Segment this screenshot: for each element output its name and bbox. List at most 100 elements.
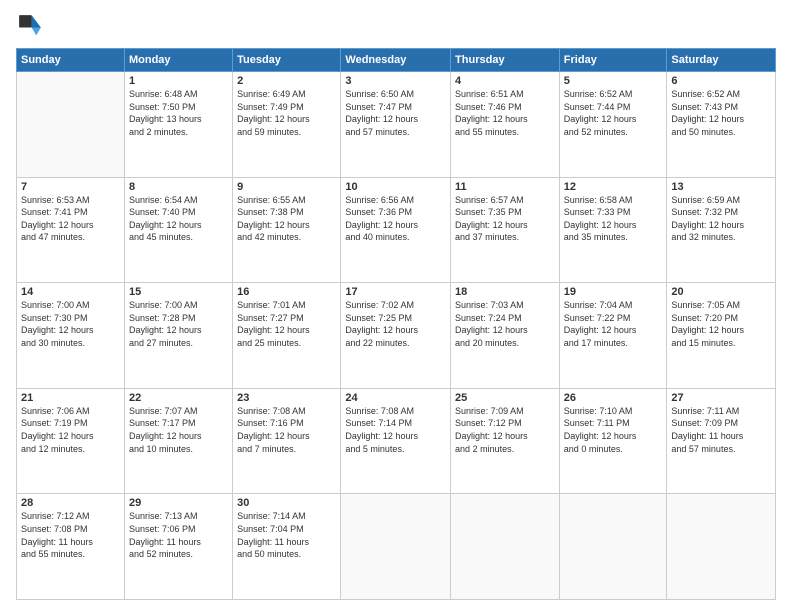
day-info: Sunrise: 7:11 AMSunset: 7:09 PMDaylight:… — [671, 405, 771, 455]
day-info: Sunrise: 7:12 AMSunset: 7:08 PMDaylight:… — [21, 510, 120, 560]
calendar-cell: 15Sunrise: 7:00 AMSunset: 7:28 PMDayligh… — [124, 283, 232, 389]
calendar-cell: 12Sunrise: 6:58 AMSunset: 7:33 PMDayligh… — [559, 177, 667, 283]
day-info: Sunrise: 7:04 AMSunset: 7:22 PMDaylight:… — [564, 299, 663, 349]
calendar-cell: 17Sunrise: 7:02 AMSunset: 7:25 PMDayligh… — [341, 283, 451, 389]
calendar-cell — [17, 72, 125, 178]
calendar-cell: 4Sunrise: 6:51 AMSunset: 7:46 PMDaylight… — [451, 72, 560, 178]
calendar-cell: 19Sunrise: 7:04 AMSunset: 7:22 PMDayligh… — [559, 283, 667, 389]
day-info: Sunrise: 7:14 AMSunset: 7:04 PMDaylight:… — [237, 510, 336, 560]
day-number: 12 — [564, 181, 663, 193]
calendar-cell: 3Sunrise: 6:50 AMSunset: 7:47 PMDaylight… — [341, 72, 451, 178]
weekday-header-saturday: Saturday — [667, 49, 776, 72]
day-number: 15 — [129, 286, 228, 298]
day-number: 6 — [671, 75, 771, 87]
calendar-cell: 20Sunrise: 7:05 AMSunset: 7:20 PMDayligh… — [667, 283, 776, 389]
day-number: 11 — [455, 181, 555, 193]
day-number: 3 — [345, 75, 446, 87]
header — [16, 12, 776, 40]
calendar-body: 1Sunrise: 6:48 AMSunset: 7:50 PMDaylight… — [17, 72, 776, 600]
day-info: Sunrise: 7:10 AMSunset: 7:11 PMDaylight:… — [564, 405, 663, 455]
logo-icon — [16, 12, 44, 40]
calendar: SundayMondayTuesdayWednesdayThursdayFrid… — [16, 48, 776, 600]
day-info: Sunrise: 7:09 AMSunset: 7:12 PMDaylight:… — [455, 405, 555, 455]
day-number: 2 — [237, 75, 336, 87]
calendar-cell: 26Sunrise: 7:10 AMSunset: 7:11 PMDayligh… — [559, 388, 667, 494]
day-info: Sunrise: 6:59 AMSunset: 7:32 PMDaylight:… — [671, 194, 771, 244]
calendar-cell — [559, 494, 667, 600]
calendar-cell: 28Sunrise: 7:12 AMSunset: 7:08 PMDayligh… — [17, 494, 125, 600]
day-info: Sunrise: 7:08 AMSunset: 7:14 PMDaylight:… — [345, 405, 446, 455]
calendar-cell: 14Sunrise: 7:00 AMSunset: 7:30 PMDayligh… — [17, 283, 125, 389]
calendar-header: SundayMondayTuesdayWednesdayThursdayFrid… — [17, 49, 776, 72]
day-number: 1 — [129, 75, 228, 87]
day-info: Sunrise: 7:07 AMSunset: 7:17 PMDaylight:… — [129, 405, 228, 455]
day-info: Sunrise: 7:03 AMSunset: 7:24 PMDaylight:… — [455, 299, 555, 349]
day-number: 30 — [237, 497, 336, 509]
calendar-cell: 23Sunrise: 7:08 AMSunset: 7:16 PMDayligh… — [233, 388, 341, 494]
calendar-cell: 1Sunrise: 6:48 AMSunset: 7:50 PMDaylight… — [124, 72, 232, 178]
week-row-4: 21Sunrise: 7:06 AMSunset: 7:19 PMDayligh… — [17, 388, 776, 494]
calendar-cell: 11Sunrise: 6:57 AMSunset: 7:35 PMDayligh… — [451, 177, 560, 283]
day-info: Sunrise: 7:00 AMSunset: 7:30 PMDaylight:… — [21, 299, 120, 349]
calendar-cell: 6Sunrise: 6:52 AMSunset: 7:43 PMDaylight… — [667, 72, 776, 178]
day-number: 14 — [21, 286, 120, 298]
day-number: 7 — [21, 181, 120, 193]
day-number: 22 — [129, 392, 228, 404]
day-number: 27 — [671, 392, 771, 404]
calendar-cell: 7Sunrise: 6:53 AMSunset: 7:41 PMDaylight… — [17, 177, 125, 283]
weekday-row: SundayMondayTuesdayWednesdayThursdayFrid… — [17, 49, 776, 72]
calendar-cell: 9Sunrise: 6:55 AMSunset: 7:38 PMDaylight… — [233, 177, 341, 283]
day-info: Sunrise: 6:52 AMSunset: 7:44 PMDaylight:… — [564, 88, 663, 138]
day-number: 16 — [237, 286, 336, 298]
calendar-cell: 25Sunrise: 7:09 AMSunset: 7:12 PMDayligh… — [451, 388, 560, 494]
day-info: Sunrise: 6:54 AMSunset: 7:40 PMDaylight:… — [129, 194, 228, 244]
day-number: 8 — [129, 181, 228, 193]
day-number: 28 — [21, 497, 120, 509]
calendar-cell — [451, 494, 560, 600]
calendar-cell: 16Sunrise: 7:01 AMSunset: 7:27 PMDayligh… — [233, 283, 341, 389]
day-number: 5 — [564, 75, 663, 87]
day-info: Sunrise: 6:52 AMSunset: 7:43 PMDaylight:… — [671, 88, 771, 138]
week-row-5: 28Sunrise: 7:12 AMSunset: 7:08 PMDayligh… — [17, 494, 776, 600]
calendar-cell: 8Sunrise: 6:54 AMSunset: 7:40 PMDaylight… — [124, 177, 232, 283]
logo — [16, 12, 48, 40]
day-info: Sunrise: 6:49 AMSunset: 7:49 PMDaylight:… — [237, 88, 336, 138]
weekday-header-friday: Friday — [559, 49, 667, 72]
day-number: 4 — [455, 75, 555, 87]
calendar-cell — [667, 494, 776, 600]
day-number: 10 — [345, 181, 446, 193]
weekday-header-sunday: Sunday — [17, 49, 125, 72]
day-info: Sunrise: 7:00 AMSunset: 7:28 PMDaylight:… — [129, 299, 228, 349]
day-number: 13 — [671, 181, 771, 193]
day-number: 25 — [455, 392, 555, 404]
day-info: Sunrise: 6:57 AMSunset: 7:35 PMDaylight:… — [455, 194, 555, 244]
week-row-2: 7Sunrise: 6:53 AMSunset: 7:41 PMDaylight… — [17, 177, 776, 283]
day-info: Sunrise: 6:50 AMSunset: 7:47 PMDaylight:… — [345, 88, 446, 138]
calendar-cell: 24Sunrise: 7:08 AMSunset: 7:14 PMDayligh… — [341, 388, 451, 494]
day-info: Sunrise: 7:05 AMSunset: 7:20 PMDaylight:… — [671, 299, 771, 349]
calendar-cell: 10Sunrise: 6:56 AMSunset: 7:36 PMDayligh… — [341, 177, 451, 283]
calendar-cell: 27Sunrise: 7:11 AMSunset: 7:09 PMDayligh… — [667, 388, 776, 494]
day-info: Sunrise: 7:01 AMSunset: 7:27 PMDaylight:… — [237, 299, 336, 349]
calendar-cell: 5Sunrise: 6:52 AMSunset: 7:44 PMDaylight… — [559, 72, 667, 178]
day-number: 20 — [671, 286, 771, 298]
day-number: 18 — [455, 286, 555, 298]
day-number: 9 — [237, 181, 336, 193]
calendar-cell: 18Sunrise: 7:03 AMSunset: 7:24 PMDayligh… — [451, 283, 560, 389]
calendar-cell: 21Sunrise: 7:06 AMSunset: 7:19 PMDayligh… — [17, 388, 125, 494]
week-row-1: 1Sunrise: 6:48 AMSunset: 7:50 PMDaylight… — [17, 72, 776, 178]
week-row-3: 14Sunrise: 7:00 AMSunset: 7:30 PMDayligh… — [17, 283, 776, 389]
calendar-cell: 29Sunrise: 7:13 AMSunset: 7:06 PMDayligh… — [124, 494, 232, 600]
day-number: 29 — [129, 497, 228, 509]
day-info: Sunrise: 6:56 AMSunset: 7:36 PMDaylight:… — [345, 194, 446, 244]
day-info: Sunrise: 7:02 AMSunset: 7:25 PMDaylight:… — [345, 299, 446, 349]
calendar-cell: 30Sunrise: 7:14 AMSunset: 7:04 PMDayligh… — [233, 494, 341, 600]
weekday-header-wednesday: Wednesday — [341, 49, 451, 72]
weekday-header-monday: Monday — [124, 49, 232, 72]
day-number: 26 — [564, 392, 663, 404]
day-info: Sunrise: 6:48 AMSunset: 7:50 PMDaylight:… — [129, 88, 228, 138]
calendar-cell: 22Sunrise: 7:07 AMSunset: 7:17 PMDayligh… — [124, 388, 232, 494]
weekday-header-tuesday: Tuesday — [233, 49, 341, 72]
day-info: Sunrise: 6:53 AMSunset: 7:41 PMDaylight:… — [21, 194, 120, 244]
day-info: Sunrise: 6:51 AMSunset: 7:46 PMDaylight:… — [455, 88, 555, 138]
